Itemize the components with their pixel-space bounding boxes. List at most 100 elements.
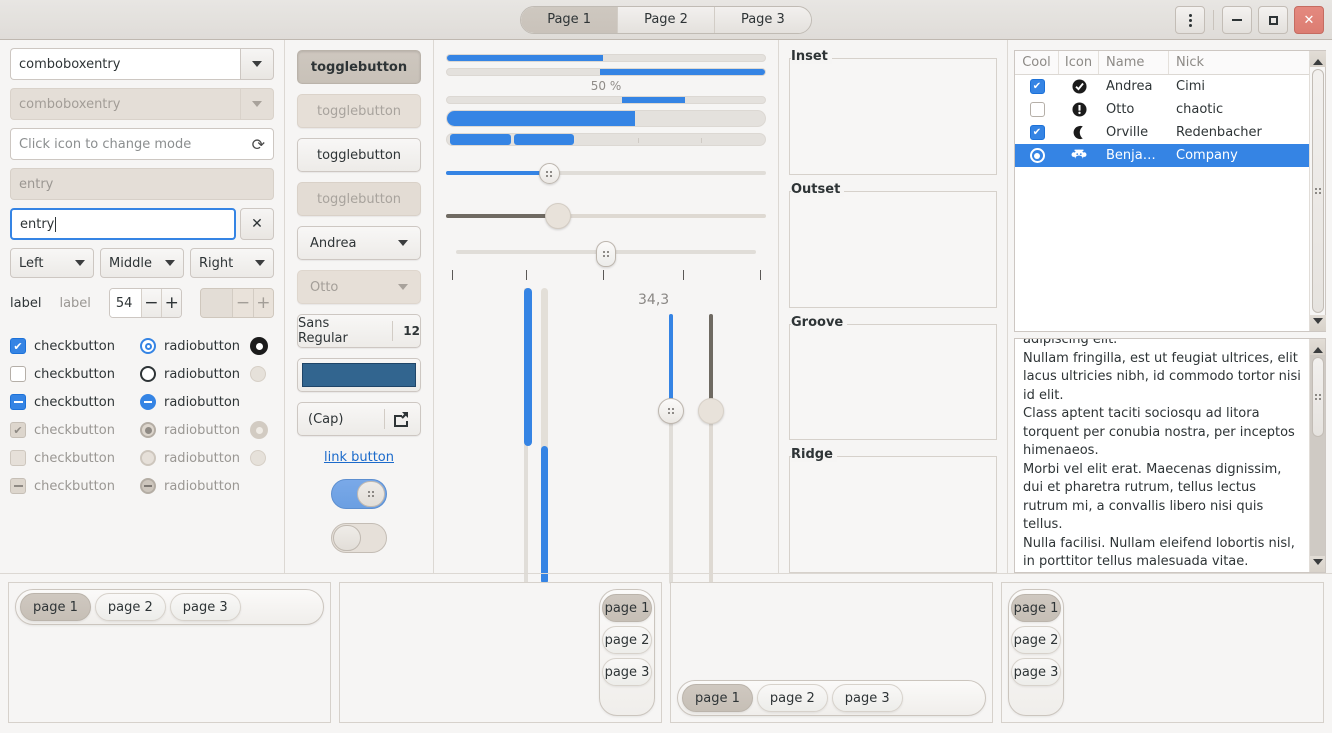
radio-disabled-mixed-icon xyxy=(140,478,156,494)
switch-off[interactable] xyxy=(331,523,387,553)
vscale-3-knob[interactable] xyxy=(658,398,684,424)
notebook-tab-page-3[interactable]: page 3 xyxy=(831,684,903,712)
scale-with-marks[interactable] xyxy=(446,241,766,284)
table-row[interactable]: ✔ Andrea Cimi xyxy=(1015,75,1309,98)
disabled-entry: entry xyxy=(10,168,274,200)
combobox-left[interactable]: Left xyxy=(10,248,94,278)
checkbutton-active[interactable]: ✔ checkbutton xyxy=(10,338,140,354)
menu-button[interactable] xyxy=(1175,6,1205,34)
radiobutton-inactive[interactable]: radiobutton xyxy=(140,366,250,382)
scroll-up-button[interactable] xyxy=(1309,339,1325,355)
radiobutton-mixed[interactable]: radiobutton xyxy=(140,394,250,410)
scale-knob[interactable] xyxy=(596,241,616,267)
table-row[interactable]: Benja… Company xyxy=(1015,144,1309,167)
scale-knob[interactable] xyxy=(538,163,560,184)
light-radio-icon[interactable] xyxy=(250,366,266,382)
checkbox-disabled-unchecked-icon xyxy=(10,450,26,466)
chevron-up-icon xyxy=(1312,346,1323,353)
column-header-cool[interactable]: Cool xyxy=(1015,51,1059,74)
notebook-tab-page-3[interactable]: page 3 xyxy=(602,658,652,686)
scale-horizontal-plain[interactable] xyxy=(446,202,766,230)
comboboxentry-1-arrow[interactable] xyxy=(240,48,274,80)
radiobutton-active[interactable]: radiobutton xyxy=(140,338,250,354)
icon-entry[interactable]: Click icon to change mode ⟳ xyxy=(10,128,274,160)
column-header-nick[interactable]: Nick xyxy=(1169,51,1309,74)
textview-content[interactable]: adipiscing elit. Nullam fringilla, est u… xyxy=(1015,339,1309,572)
table-row[interactable]: ✔ Orville Redenbacher xyxy=(1015,121,1309,144)
cell-cool[interactable] xyxy=(1015,102,1059,117)
color-chooser-button[interactable] xyxy=(297,358,421,392)
stack-page-2[interactable]: Page 2 xyxy=(618,6,715,33)
notebook-tab-page-1[interactable]: page 1 xyxy=(1011,594,1061,622)
notebook-tab-page-1[interactable]: page 1 xyxy=(602,594,652,622)
scrollbar-thumb[interactable] xyxy=(1312,69,1324,313)
notebook-tab-page-1[interactable]: page 1 xyxy=(20,593,91,621)
switch-knob[interactable] xyxy=(333,525,361,551)
close-button[interactable]: ✕ xyxy=(1294,6,1324,34)
scale-horizontal-blue[interactable] xyxy=(446,160,766,186)
table-row[interactable]: Otto chaotic xyxy=(1015,98,1309,121)
cell-cool[interactable]: ✔ xyxy=(1015,125,1059,140)
treeview[interactable]: Cool Icon Name Nick ✔ Andrea Cimi Otto c… xyxy=(1014,50,1326,332)
frame-ridge: Ridge xyxy=(789,447,997,573)
notebook-tab-page-3[interactable]: page 3 xyxy=(169,593,241,621)
link-button[interactable]: link button xyxy=(297,450,421,465)
maximize-button[interactable] xyxy=(1258,6,1288,34)
window-controls: ✕ xyxy=(1175,0,1324,40)
combobox-middle[interactable]: Middle xyxy=(100,248,184,278)
comboboxentry-1[interactable]: comboboxentry xyxy=(10,48,274,80)
font-chooser-button[interactable]: Sans Regular 12 xyxy=(297,314,421,348)
checkbutton-label: checkbutton xyxy=(34,394,115,410)
dark-radio-icon[interactable] xyxy=(250,337,268,355)
notebook-tab-page-2[interactable]: page 2 xyxy=(94,593,166,621)
notebook-tab-page-1[interactable]: page 1 xyxy=(682,684,753,712)
column-header-name[interactable]: Name xyxy=(1099,51,1169,74)
switch-knob[interactable] xyxy=(357,481,385,507)
scrollbar-thumb[interactable] xyxy=(1312,357,1324,437)
togglebutton-active[interactable]: togglebutton xyxy=(297,50,421,84)
treeview-scrollbar[interactable] xyxy=(1309,51,1326,331)
switch-on[interactable] xyxy=(331,479,387,509)
refresh-icon[interactable]: ⟳ xyxy=(252,135,265,154)
checkbox-checked-icon[interactable]: ✔ xyxy=(1029,79,1045,94)
notebook-tab-page-2[interactable]: page 2 xyxy=(756,684,828,712)
scroll-down-button[interactable] xyxy=(1309,315,1326,331)
cell-icon xyxy=(1059,102,1099,117)
column-header-icon[interactable]: Icon xyxy=(1059,51,1099,74)
checkbutton-mixed[interactable]: checkbutton xyxy=(10,394,140,410)
checkbox-unchecked-icon[interactable] xyxy=(1029,102,1045,117)
clear-entry-button[interactable]: ✕ xyxy=(240,208,274,240)
checkbutton-inactive[interactable]: checkbutton xyxy=(10,366,140,382)
scroll-up-button[interactable] xyxy=(1309,51,1326,67)
notebook-tab-page-2[interactable]: page 2 xyxy=(602,626,652,654)
spinbutton-increment[interactable]: + xyxy=(161,289,182,317)
app-chooser-button[interactable]: (Cap) xyxy=(297,402,421,436)
scroll-down-button[interactable] xyxy=(1309,556,1325,572)
notebook-tabbar: page 1 page 2 page 3 xyxy=(599,589,655,716)
stack-switcher[interactable]: Page 1 Page 2 Page 3 xyxy=(520,5,812,34)
combobox-andrea-label: Andrea xyxy=(310,235,357,251)
checkbox-checked-icon[interactable]: ✔ xyxy=(1029,125,1045,140)
notebook-tab-page-2[interactable]: page 2 xyxy=(1011,626,1061,654)
label-dim: label xyxy=(59,295,91,311)
spinbutton-decrement[interactable]: − xyxy=(140,289,162,317)
radio-checked-icon[interactable] xyxy=(1029,148,1045,163)
stack-page-1[interactable]: Page 1 xyxy=(521,6,619,33)
disabled-light-radio-icon xyxy=(250,450,266,466)
comboboxentry-1-input[interactable]: comboboxentry xyxy=(10,48,240,80)
scale-knob[interactable] xyxy=(545,203,572,229)
combobox-right[interactable]: Right xyxy=(190,248,274,278)
notebook-tab-page-3[interactable]: page 3 xyxy=(1011,658,1061,686)
spinbutton[interactable]: 54 − + xyxy=(108,288,183,318)
cell-cool[interactable]: ✔ xyxy=(1015,79,1059,94)
focused-entry[interactable]: entry xyxy=(10,208,236,240)
togglebutton-normal[interactable]: togglebutton xyxy=(297,138,421,172)
minimize-button[interactable] xyxy=(1222,6,1252,34)
spinbutton-value[interactable]: 54 xyxy=(109,289,141,317)
textview-scrollbar[interactable] xyxy=(1309,339,1325,572)
cell-cool[interactable] xyxy=(1015,148,1059,163)
vscale-4-knob[interactable] xyxy=(698,398,724,424)
textview[interactable]: adipiscing elit. Nullam fringilla, est u… xyxy=(1014,338,1326,573)
stack-page-3[interactable]: Page 3 xyxy=(714,6,811,33)
combobox-andrea[interactable]: Andrea xyxy=(297,226,421,260)
